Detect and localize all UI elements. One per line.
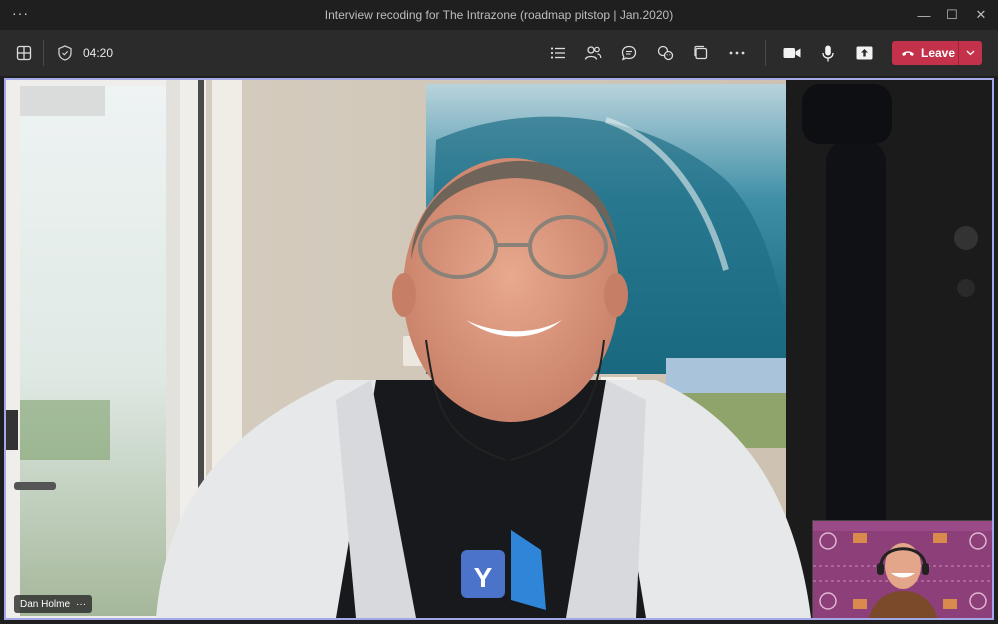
meeting-toolbar: 04:20 <box>0 30 998 76</box>
participant-name-tag: Dan Holme ··· <box>14 595 93 613</box>
close-button[interactable]: ✕ <box>966 4 996 26</box>
shield-icon <box>50 30 80 76</box>
svg-text:Y: Y <box>474 562 493 593</box>
toolbar-divider <box>43 40 44 66</box>
window-title: Interview recoding for The Intrazone (ro… <box>324 8 674 22</box>
video-stage: Y Dan Holme ··· <box>4 78 994 620</box>
participant-more-icon[interactable]: ··· <box>76 599 86 610</box>
toolbar-divider <box>765 40 766 66</box>
more-icon[interactable] <box>722 30 752 76</box>
leave-button[interactable]: Leave <box>892 41 982 65</box>
chat-icon[interactable] <box>614 30 644 76</box>
meeting-timer: 04:20 <box>83 46 114 60</box>
participant-name: Dan Holme <box>20 598 71 610</box>
title-bar: ··· Interview recoding for The Intrazone… <box>0 0 998 30</box>
chevron-down-icon[interactable] <box>958 41 982 65</box>
minimize-button[interactable]: — <box>909 4 939 26</box>
people-icon[interactable] <box>578 30 608 76</box>
rooms-icon[interactable] <box>686 30 716 76</box>
mic-icon[interactable] <box>813 30 843 76</box>
self-view-image <box>813 521 992 618</box>
phone-hangup-icon <box>902 51 914 56</box>
self-view-video[interactable] <box>812 520 992 618</box>
reactions-icon[interactable] <box>650 30 680 76</box>
leave-label: Leave <box>921 46 956 60</box>
list-icon[interactable] <box>543 30 573 76</box>
share-icon[interactable] <box>849 30 879 76</box>
maximize-button[interactable]: ☐ <box>937 4 967 26</box>
camera-icon[interactable] <box>777 30 807 76</box>
grid-icon[interactable] <box>9 30 39 76</box>
